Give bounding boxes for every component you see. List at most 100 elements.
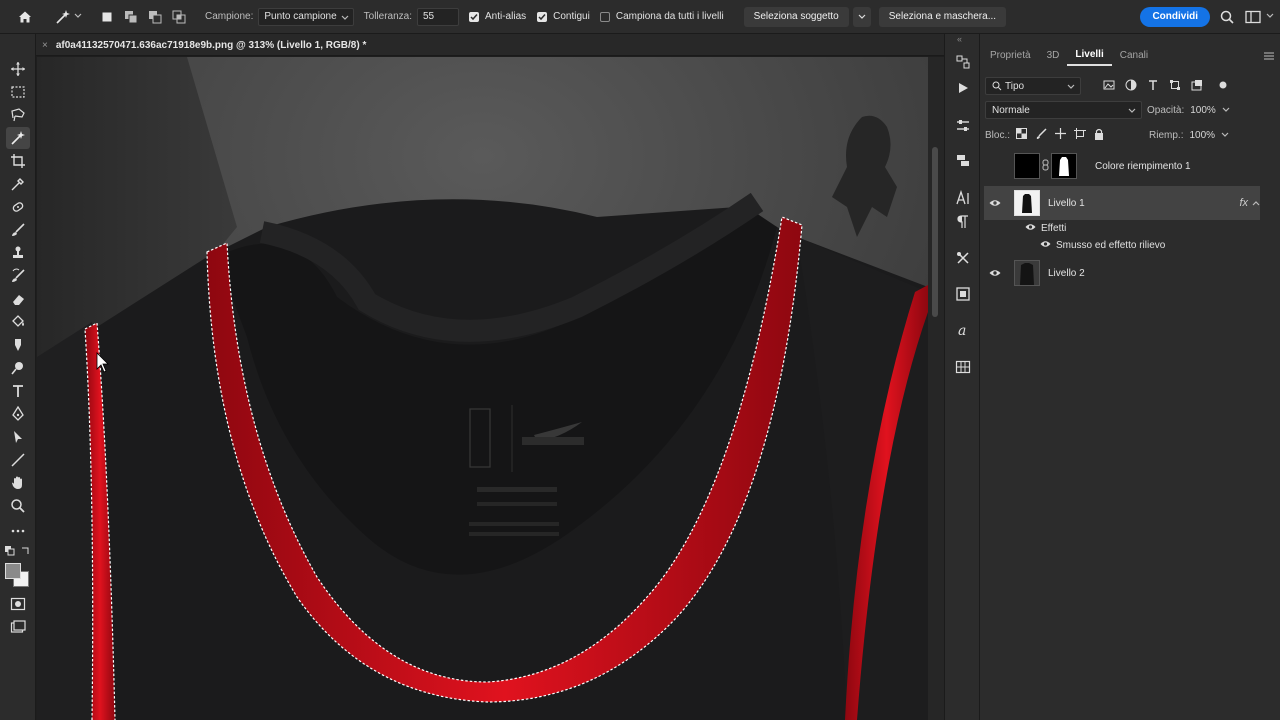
pen-tool-icon[interactable] <box>6 403 30 425</box>
layer-row[interactable]: Livello 2 <box>984 256 1260 290</box>
link-icon[interactable] <box>1042 159 1049 174</box>
filter-adjustment-icon[interactable] <box>1125 79 1137 94</box>
history-panel-icon[interactable] <box>953 52 973 72</box>
smudge-tool-icon[interactable] <box>6 334 30 356</box>
lock-pixels-icon[interactable] <box>1036 128 1047 142</box>
lasso-tool-icon[interactable] <box>6 104 30 126</box>
panel-menu-icon[interactable] <box>1264 52 1274 63</box>
effect-item-row[interactable]: Smusso ed effetto rilievo <box>980 238 1280 252</box>
chevron-down-icon[interactable] <box>74 11 82 22</box>
contiguous-checkbox[interactable] <box>537 11 548 22</box>
paragraph-panel-icon[interactable] <box>953 212 973 232</box>
layer-row[interactable]: Colore riempimento 1 <box>984 149 1260 183</box>
hand-tool-icon[interactable] <box>6 472 30 494</box>
visibility-empty-icon[interactable] <box>986 159 1004 173</box>
effects-row[interactable]: Effetti <box>980 221 1280 235</box>
image-canvas[interactable] <box>37 57 928 720</box>
tab-properties[interactable]: Proprietà <box>982 44 1039 66</box>
subtract-selection-icon[interactable] <box>144 6 166 28</box>
tools-presets-icon[interactable] <box>953 248 973 268</box>
eraser-tool-icon[interactable] <box>6 288 30 310</box>
swap-colors-icon[interactable] <box>20 546 30 556</box>
lock-position-icon[interactable] <box>1055 128 1067 142</box>
magic-wand-tool-icon[interactable] <box>52 6 74 28</box>
blend-mode-select[interactable]: Normale <box>985 101 1142 119</box>
clone-stamp-tool-icon[interactable] <box>6 242 30 264</box>
foreground-color-swatch[interactable] <box>5 563 21 579</box>
layer-name: Livello 2 <box>1048 267 1085 279</box>
more-tools-icon[interactable] <box>6 520 30 542</box>
grid-panel-icon[interactable] <box>953 357 973 377</box>
search-icon[interactable] <box>1216 6 1238 28</box>
intersect-selection-icon[interactable] <box>168 6 190 28</box>
document-tab[interactable]: × af0a41132570471.636ac71918e9b.png @ 31… <box>36 34 376 56</box>
eye-icon[interactable] <box>986 266 1004 280</box>
add-selection-icon[interactable] <box>120 6 142 28</box>
filter-toggle-icon[interactable] <box>1219 81 1227 92</box>
spot-healing-tool-icon[interactable] <box>6 196 30 218</box>
actions-panel-icon[interactable] <box>953 78 973 98</box>
magic-wand-tool-icon[interactable] <box>6 127 30 149</box>
new-selection-icon[interactable] <box>96 6 118 28</box>
zoom-tool-icon[interactable] <box>6 495 30 517</box>
eye-icon[interactable] <box>986 196 1004 210</box>
crop-tool-icon[interactable] <box>6 150 30 172</box>
eye-icon[interactable] <box>1040 240 1051 251</box>
properties-panel-icon[interactable] <box>953 284 973 304</box>
close-icon[interactable]: × <box>42 40 48 51</box>
chevron-down-icon[interactable] <box>1222 105 1230 116</box>
screen-mode-icon[interactable] <box>6 616 30 638</box>
path-selection-tool-icon[interactable] <box>6 426 30 448</box>
libraries-panel-icon[interactable] <box>953 150 973 170</box>
chevron-down-icon[interactable] <box>1266 11 1274 22</box>
quick-mask-icon[interactable] <box>6 593 30 615</box>
antialias-checkbox[interactable] <box>469 11 479 22</box>
glyphs-panel-icon[interactable]: a <box>953 320 973 340</box>
canvas-vertical-scrollbar[interactable] <box>928 57 944 720</box>
brush-tool-icon[interactable] <box>6 219 30 241</box>
adjustments-panel-icon[interactable] <box>953 116 973 136</box>
select-and-mask-button[interactable]: Seleziona e maschera... <box>878 6 1007 27</box>
workspace-icon[interactable] <box>1242 6 1264 28</box>
move-tool-icon[interactable] <box>6 58 30 80</box>
share-button[interactable]: Condividi <box>1140 6 1210 27</box>
tab-layers[interactable]: Livelli <box>1067 44 1112 66</box>
all-layers-checkbox[interactable] <box>599 11 610 22</box>
filter-shape-icon[interactable] <box>1169 79 1181 94</box>
collapse-arrows-icon[interactable]: « <box>957 34 962 44</box>
eyedropper-tool-icon[interactable] <box>6 173 30 195</box>
chevron-down-icon[interactable] <box>852 6 871 27</box>
marquee-tool-icon[interactable] <box>6 81 30 103</box>
layer-row-selected[interactable]: Livello 1 fx <box>984 186 1260 220</box>
fill-value[interactable]: 100% <box>1189 130 1215 141</box>
chevron-down-icon[interactable] <box>1221 130 1229 141</box>
scrollbar-thumb[interactable] <box>932 147 938 317</box>
type-tool-icon[interactable] <box>6 380 30 402</box>
line-tool-icon[interactable] <box>6 449 30 471</box>
dodge-tool-icon[interactable] <box>6 357 30 379</box>
character-panel-icon[interactable] <box>953 188 973 208</box>
home-icon[interactable] <box>14 6 36 28</box>
lock-all-icon[interactable] <box>1094 128 1104 143</box>
fx-icon[interactable]: fx <box>1239 197 1248 209</box>
tab-3d[interactable]: 3D <box>1039 44 1068 66</box>
eye-icon[interactable] <box>1025 223 1036 234</box>
chevron-up-icon[interactable] <box>1252 198 1260 209</box>
lock-artboard-icon[interactable] <box>1074 128 1087 142</box>
filter-pixel-icon[interactable] <box>1103 79 1115 94</box>
filter-smart-object-icon[interactable] <box>1191 79 1203 94</box>
tab-channels[interactable]: Canali <box>1112 44 1156 66</box>
filter-kind-select[interactable]: Tipo <box>985 77 1081 95</box>
sample-select[interactable]: Punto campione <box>258 7 354 26</box>
tolerance-input[interactable]: 55 <box>417 7 459 26</box>
opacity-value[interactable]: 100% <box>1190 105 1216 116</box>
filter-kind-value: Tipo <box>1005 80 1025 92</box>
filter-type-icon[interactable] <box>1147 79 1159 94</box>
all-layers-label: Campiona da tutti i livelli <box>615 11 724 22</box>
blend-mode-value: Normale <box>992 104 1030 116</box>
lock-transparent-icon[interactable] <box>1016 128 1028 142</box>
paint-bucket-tool-icon[interactable] <box>6 311 30 333</box>
select-subject-button[interactable]: Seleziona soggetto <box>743 6 849 27</box>
history-brush-tool-icon[interactable] <box>6 265 30 287</box>
default-colors-icon[interactable] <box>5 546 15 556</box>
